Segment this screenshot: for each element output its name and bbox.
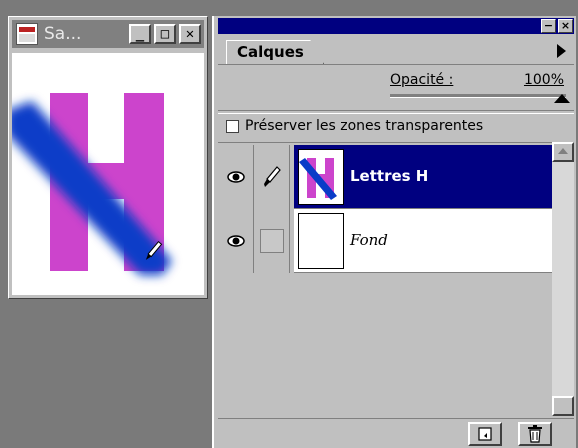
preserve-transparency-checkbox[interactable] <box>226 119 239 133</box>
visibility-toggle[interactable] <box>218 145 254 209</box>
palette-minimize-button[interactable]: − <box>541 19 556 33</box>
minimize-button[interactable]: _ <box>129 24 151 44</box>
layer-row-lettres-h[interactable]: Lettres H <box>218 145 552 209</box>
divider <box>218 110 574 114</box>
new-layer-icon <box>478 427 492 441</box>
palette-bottom-bar <box>218 418 574 447</box>
layer-edit-toggle[interactable] <box>254 145 290 209</box>
palette-titlebar[interactable]: − × <box>218 18 574 34</box>
opacity-slider-track[interactable] <box>390 94 566 98</box>
opacity-slider-thumb[interactable] <box>554 94 570 103</box>
opacity-value[interactable]: 100% <box>524 72 564 88</box>
palette-close-button[interactable]: × <box>558 19 573 33</box>
layer-list: Lettres H Fond <box>218 142 552 417</box>
layer-row-fond[interactable]: Fond <box>218 209 552 273</box>
tab-calques[interactable]: Calques <box>226 40 324 64</box>
delete-layer-button[interactable] <box>518 422 552 446</box>
scroll-down-button[interactable] <box>552 396 574 416</box>
preserve-transparency-label: Préserver les zones transparentes <box>245 118 484 134</box>
scroll-up-button[interactable] <box>552 142 574 162</box>
document-title: Sa... <box>44 24 82 44</box>
thumbnail-artwork <box>299 158 337 200</box>
layer-body[interactable]: Fond <box>294 209 552 273</box>
canvas-artwork <box>12 93 172 275</box>
layer-edit-toggle[interactable] <box>254 209 290 273</box>
opacity-label: Opacité : <box>390 72 454 88</box>
visibility-toggle[interactable] <box>218 209 254 273</box>
layer-body[interactable]: Lettres H <box>294 145 552 209</box>
document-icon[interactable] <box>16 23 38 45</box>
preserve-transparency-row[interactable]: Préserver les zones transparentes <box>226 118 483 134</box>
new-layer-button[interactable] <box>468 422 502 446</box>
layers-palette: − × Calques Opacité : 100% Préserver les… <box>212 16 576 448</box>
palette-tab-row: Calques <box>218 38 574 65</box>
eye-icon <box>226 171 245 183</box>
layer-list-scrollbar[interactable] <box>552 142 574 416</box>
maximize-button[interactable]: □ <box>154 24 176 44</box>
trash-icon <box>528 425 542 443</box>
palette-menu-arrow-icon[interactable] <box>557 44 566 58</box>
brush-icon <box>263 166 281 187</box>
layer-name: Fond <box>350 231 388 249</box>
document-window: Sa... _ □ ✕ <box>8 16 208 299</box>
close-button[interactable]: ✕ <box>179 24 201 44</box>
document-canvas[interactable] <box>12 53 204 295</box>
eye-icon <box>226 235 245 247</box>
layer-thumbnail <box>298 213 344 269</box>
layer-name: Lettres H <box>350 167 429 185</box>
empty-edit-box <box>259 229 284 253</box>
document-titlebar[interactable]: Sa... _ □ ✕ <box>12 20 204 48</box>
layer-thumbnail <box>298 149 344 205</box>
